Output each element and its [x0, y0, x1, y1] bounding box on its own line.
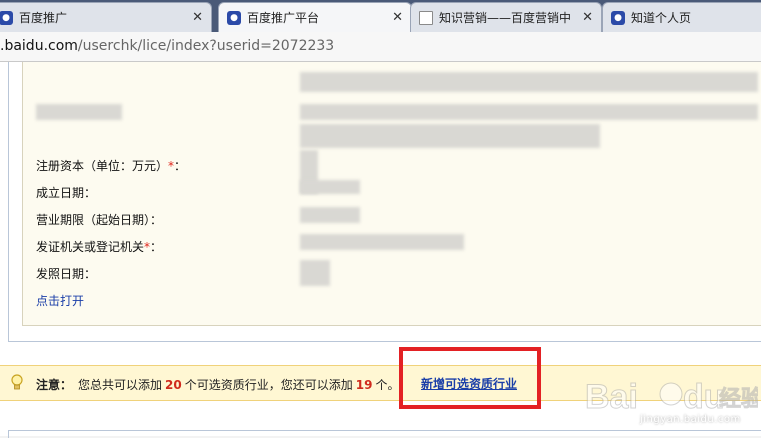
remaining-count: 19 [355, 378, 373, 392]
baidu-paw-icon: ● [227, 10, 241, 25]
redacted-value [300, 207, 360, 223]
tab-zhidao-profile[interactable]: ● 知道个人页 [602, 2, 761, 32]
license-info-panel [22, 62, 761, 326]
close-icon[interactable]: ✕ [192, 10, 203, 25]
tab-knowledge-marketing[interactable]: 知识营销——百度营销中 ✕ [410, 2, 602, 32]
tab-title: 知识营销——百度营销中 [439, 11, 572, 25]
redacted-value [300, 124, 600, 148]
redacted-value [300, 260, 330, 286]
field-label-registered-capital: 注册资本（单位：万元）*： [36, 159, 187, 173]
url-text[interactable]: .baidu.com/userchk/lice/index?userid=207… [0, 38, 334, 54]
redacted-value [300, 72, 758, 92]
tab-title: 百度推广平台 [247, 11, 320, 25]
close-icon[interactable]: ✕ [392, 10, 403, 25]
redacted-value [300, 104, 758, 120]
paw-icon [659, 382, 683, 406]
document-icon [419, 10, 433, 25]
address-bar[interactable]: .baidu.com/userchk/lice/index?userid=207… [0, 32, 761, 62]
url-host: .baidu.com [0, 38, 78, 54]
redacted-value [300, 234, 464, 250]
tab-title: 知道个人页 [631, 11, 692, 25]
field-label-business-term: 营业期限（起始日期）： [36, 213, 163, 227]
tab-baidu-promotion-platform[interactable]: ● 百度推广平台 ✕ [218, 2, 412, 32]
browser-tab-strip: ● 百度推广 ✕ ● 百度推广平台 ✕ 知识营销——百度营销中 ✕ ● 知道个人… [0, 0, 761, 32]
baidu-paw-icon: ● [0, 10, 13, 25]
watermark-cn: 经验 [719, 386, 758, 412]
watermark-brand: Bai [585, 378, 638, 416]
watermark-url: jingyan.baidu.com [640, 414, 741, 425]
url-path: /userchk/lice/index?userid=2072233 [77, 38, 335, 54]
open-link[interactable]: 点击打开 [36, 292, 84, 309]
tab-baidu-promotion[interactable]: ● 百度推广 ✕ [0, 2, 212, 32]
highlight-box [399, 347, 541, 409]
close-icon[interactable]: ✕ [582, 10, 593, 25]
field-label-issue-date: 发照日期： [36, 267, 97, 281]
redacted-label [36, 104, 122, 120]
total-count: 20 [165, 378, 182, 392]
field-label-establish-date: 成立日期： [36, 186, 97, 200]
tab-title: 百度推广 [19, 11, 68, 25]
field-label-issuing-authority: 发证机关或登记机关*： [36, 240, 163, 254]
next-section-box [8, 430, 761, 438]
lightbulb-icon [11, 374, 23, 390]
redacted-value [300, 180, 360, 194]
baidu-paw-icon: ● [611, 10, 625, 25]
notice-text: 注意： 您总共可以添加 20 个可选资质行业，您还可以添加 19 个。 [36, 378, 400, 392]
page-content: 注册资本（单位：万元）*： 成立日期： 营业期限（起始日期）： 发证机关或登记机… [0, 62, 761, 438]
